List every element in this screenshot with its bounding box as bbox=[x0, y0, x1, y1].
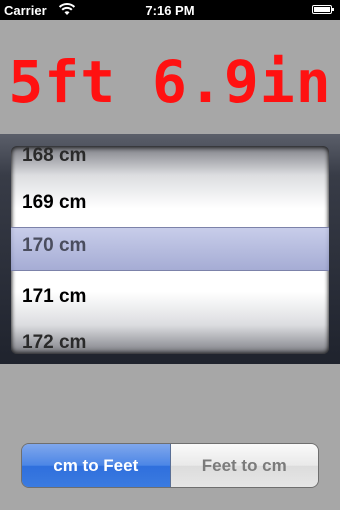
picker-row[interactable]: 169 cm bbox=[22, 188, 322, 218]
picker-row[interactable]: 168 cm bbox=[22, 146, 322, 171]
feet-to-cm-segment[interactable]: Feet to cm bbox=[170, 444, 318, 487]
battery-icon bbox=[312, 5, 334, 14]
status-bar: Carrier 7:16 PM bbox=[0, 0, 340, 20]
cm-to-feet-segment[interactable]: cm to Feet bbox=[22, 444, 171, 487]
conversion-result: 5ft 6.9in bbox=[8, 48, 332, 116]
status-time: 7:16 PM bbox=[145, 3, 195, 18]
picker-selected-row[interactable]: 170 cm bbox=[22, 235, 86, 257]
picker-row[interactable]: 172 cm bbox=[22, 328, 322, 354]
picker-row[interactable]: 171 cm bbox=[22, 282, 322, 312]
conversion-mode-segmented-control[interactable]: cm to Feet Feet to cm bbox=[21, 443, 319, 488]
picker-selection-indicator[interactable]: 170 cm bbox=[11, 227, 329, 271]
